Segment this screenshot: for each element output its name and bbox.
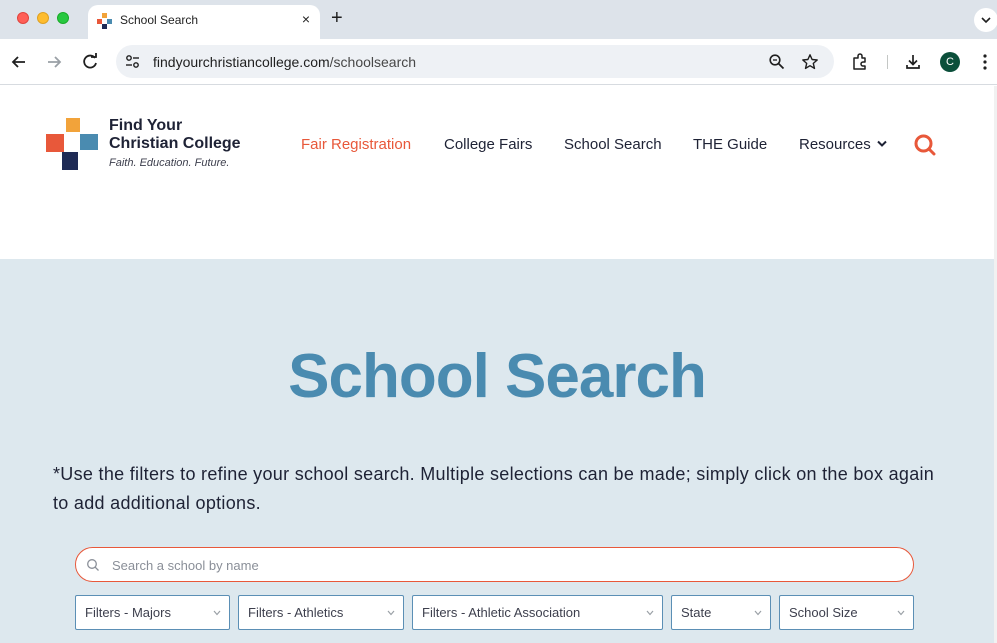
school-search-box[interactable]	[75, 547, 914, 582]
reload-icon[interactable]	[79, 51, 101, 73]
window-close-button[interactable]	[17, 12, 29, 24]
browser-tab-strip: School Search × +	[0, 0, 997, 39]
forward-arrow-icon[interactable]	[43, 51, 65, 73]
tab-close-icon[interactable]: ×	[302, 11, 310, 27]
filter-athletic-association-label: Filters - Athletic Association	[422, 605, 581, 620]
nav-resources[interactable]: Resources	[799, 136, 871, 153]
logo-text-line1[interactable]: Find Your	[109, 117, 182, 135]
browser-toolbar: findyourchristiancollege.com/schoolsearc…	[0, 39, 997, 85]
tab-title: School Search	[120, 13, 199, 27]
nav-school-search[interactable]: School Search	[564, 136, 662, 153]
filter-school-size-label: School Size	[789, 605, 858, 620]
window-minimize-button[interactable]	[37, 12, 49, 24]
chevron-down-icon	[646, 610, 654, 616]
page-title: School Search	[288, 342, 707, 411]
url-path: /schoolsearch	[329, 54, 417, 70]
bookmark-star-icon[interactable]	[801, 53, 819, 71]
window-maximize-button[interactable]	[57, 12, 69, 24]
site-favicon-icon	[97, 13, 112, 29]
tab-search-menu-button[interactable]	[974, 8, 997, 32]
filter-state-select[interactable]: State	[671, 595, 771, 630]
logo-text-line2[interactable]: Christian College	[109, 135, 241, 153]
logo-tagline: Faith. Education. Future.	[109, 157, 230, 169]
nav-college-fairs[interactable]: College Fairs	[444, 136, 532, 153]
toolbar-separator	[887, 55, 888, 69]
chevron-down-icon	[754, 610, 762, 616]
zoom-icon[interactable]	[768, 53, 786, 71]
nav-the-guide[interactable]: THE Guide	[693, 136, 767, 153]
site-header: Find Your Christian College Faith. Educa…	[0, 86, 994, 259]
chevron-down-icon	[897, 610, 905, 616]
chevron-down-icon[interactable]	[876, 139, 888, 149]
search-icon[interactable]	[913, 133, 936, 156]
filter-instructions: *Use the filters to refine your school s…	[53, 464, 935, 513]
download-icon[interactable]	[903, 52, 923, 72]
more-options-icon[interactable]	[978, 52, 992, 72]
extensions-puzzle-icon[interactable]	[850, 52, 870, 72]
back-arrow-icon[interactable]	[8, 51, 30, 73]
school-search-input[interactable]	[112, 556, 892, 574]
url-text[interactable]: findyourchristiancollege.com/schoolsearc…	[153, 54, 416, 70]
school-search-section: School Search *Use the filters to refine…	[0, 259, 994, 643]
filter-athletics-select[interactable]: Filters - Athletics	[238, 595, 404, 630]
site-logo-icon[interactable]	[46, 118, 98, 170]
filter-majors-label: Filters - Majors	[85, 605, 171, 620]
filter-majors-select[interactable]: Filters - Majors	[75, 595, 230, 630]
chevron-down-icon	[387, 610, 395, 616]
filter-school-size-select[interactable]: School Size	[779, 595, 914, 630]
url-domain: findyourchristiancollege.com	[153, 54, 330, 70]
filter-state-label: State	[681, 605, 712, 620]
address-bar[interactable]: findyourchristiancollege.com/schoolsearc…	[116, 45, 834, 78]
chevron-down-icon	[213, 610, 221, 616]
profile-avatar[interactable]: C	[940, 52, 960, 72]
browser-tab-active[interactable]: School Search ×	[88, 5, 320, 39]
nav-fair-registration[interactable]: Fair Registration	[301, 136, 411, 153]
filter-athletics-label: Filters - Athletics	[248, 605, 344, 620]
filter-athletic-association-select[interactable]: Filters - Athletic Association	[412, 595, 663, 630]
search-icon	[87, 559, 99, 571]
chevron-down-icon	[981, 17, 991, 24]
new-tab-button[interactable]: +	[331, 7, 343, 30]
site-settings-icon[interactable]	[124, 53, 141, 70]
